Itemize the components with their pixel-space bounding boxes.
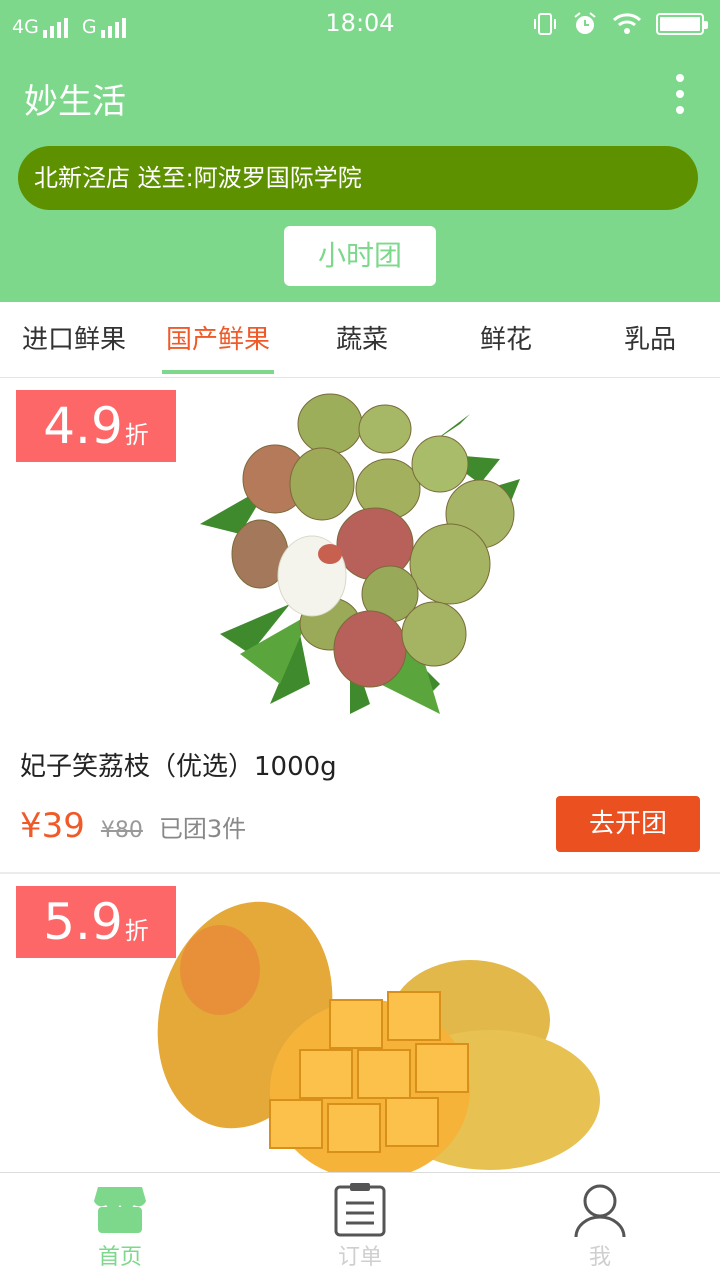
tab-flowers[interactable]: 鲜花 <box>436 302 576 378</box>
delivery-address-bar[interactable]: 北新泾店 送至:阿波罗国际学院 <box>18 146 698 210</box>
alarm-icon <box>574 12 596 34</box>
nav-orders-label: 订单 <box>337 1245 382 1270</box>
original-price: ¥80 <box>100 818 143 843</box>
discount-value: 4.9 <box>43 397 123 455</box>
more-menu-icon[interactable] <box>674 74 686 114</box>
clipboard-icon <box>334 1183 386 1237</box>
user-icon <box>574 1184 626 1237</box>
active-tab-indicator <box>162 370 274 374</box>
status-bar: 4G G 18:04 <box>0 0 720 48</box>
discount-unit: 折 <box>124 917 149 945</box>
nav-me-label: 我 <box>588 1245 611 1270</box>
group-price: ¥39 <box>20 806 85 846</box>
app-header: 4G G 18:04 妙生活 北新泾店 送至:阿波罗国际学院 小时团 <box>0 0 720 302</box>
battery-icon <box>656 13 708 35</box>
category-tabs: 进口鲜果 国产鲜果 蔬菜 鲜花 乳品 <box>0 302 720 378</box>
nav-home-label: 首页 <box>97 1245 142 1270</box>
wifi-icon <box>612 13 642 34</box>
nav-orders[interactable]: 订单 <box>240 1173 480 1280</box>
discount-value: 5.9 <box>43 893 123 951</box>
price-row: ¥39 ¥80 已团3件 <box>20 806 246 846</box>
tab-imported-fruit[interactable]: 进口鲜果 <box>0 302 148 378</box>
vibrate-icon <box>534 13 556 35</box>
status-icons <box>532 10 708 38</box>
hour-group-button[interactable]: 小时团 <box>284 226 436 286</box>
lychee-image <box>200 393 520 714</box>
store-icon <box>94 1187 146 1233</box>
start-group-button[interactable]: 去开团 <box>556 796 700 852</box>
discount-badge: 4.9 折 <box>16 390 176 462</box>
tab-vegetables[interactable]: 蔬菜 <box>292 302 432 378</box>
bottom-navigation: 首页 订单 我 <box>0 1172 720 1280</box>
product-card[interactable]: 4.9 折 妃子笑荔枝（优选）1000g ¥39 ¥80 已团3件 去开团 <box>0 378 720 872</box>
mango-image <box>157 901 600 1172</box>
product-title[interactable]: 妃子笑荔枝（优选）1000g <box>20 746 337 783</box>
nav-home[interactable]: 首页 <box>0 1173 240 1280</box>
discount-badge: 5.9 折 <box>16 886 176 958</box>
nav-me[interactable]: 我 <box>480 1173 720 1280</box>
discount-unit: 折 <box>124 421 149 449</box>
product-card[interactable]: 5.9 折 <box>0 874 720 1172</box>
tab-dairy[interactable]: 乳品 <box>580 302 720 378</box>
sold-count: 已团3件 <box>158 815 247 843</box>
tab-domestic-fruit[interactable]: 国产鲜果 <box>148 302 288 378</box>
app-title: 妙生活 <box>24 82 126 122</box>
